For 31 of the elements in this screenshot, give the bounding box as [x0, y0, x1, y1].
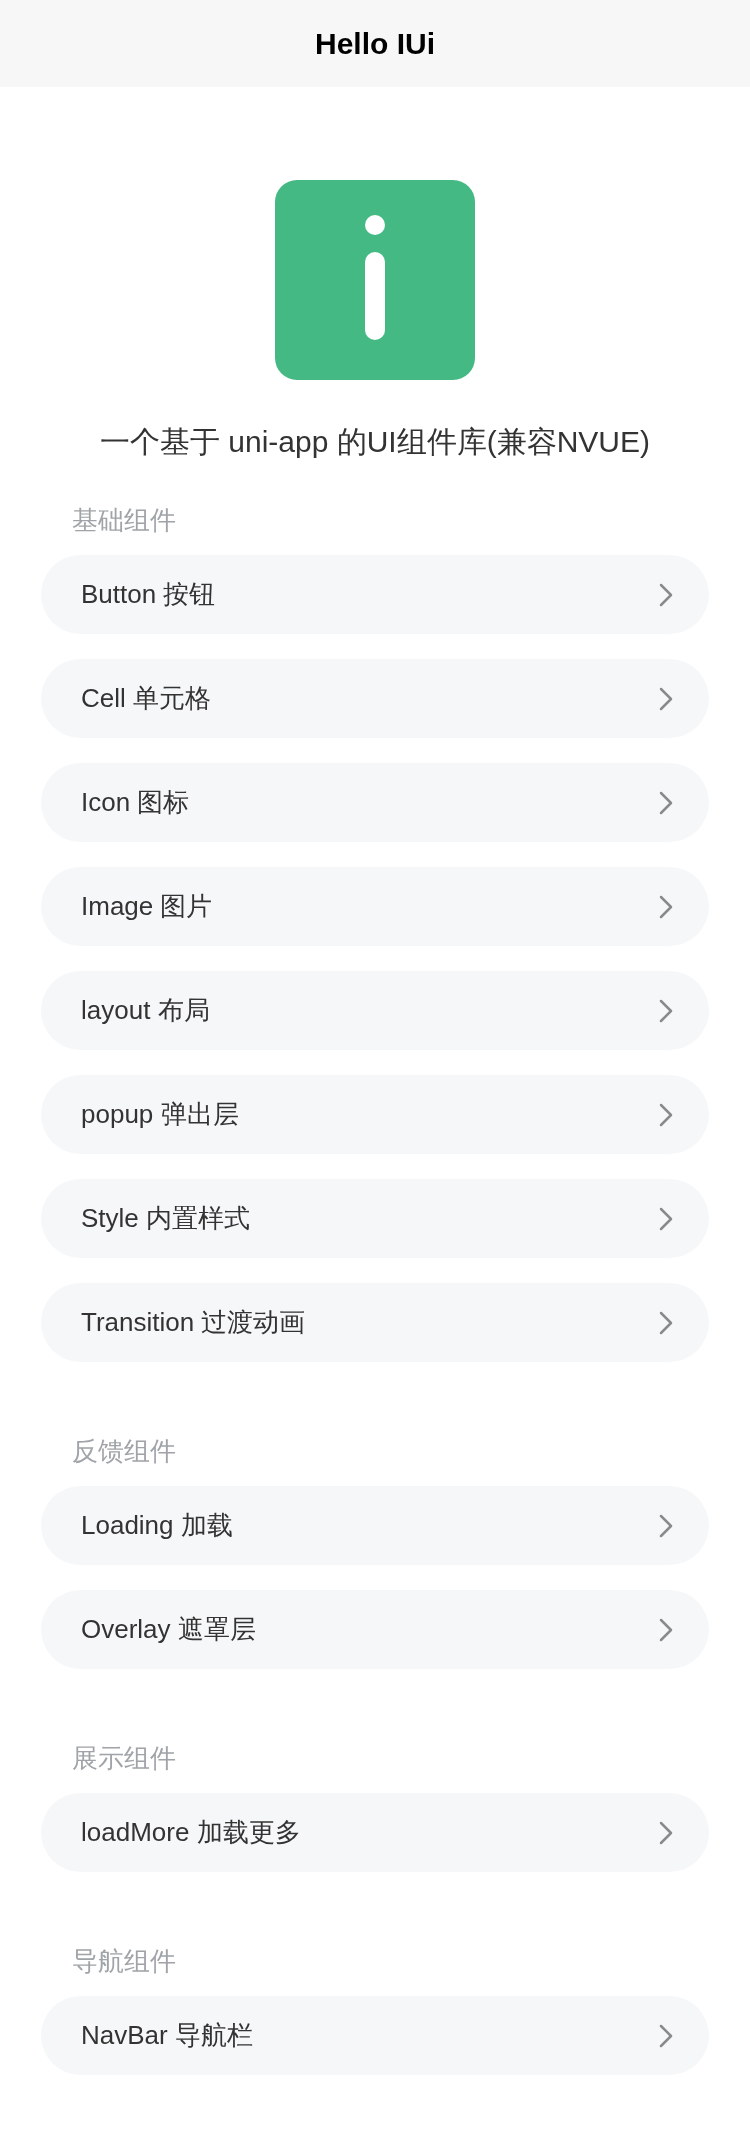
menu-item[interactable]: Loading 加载 — [41, 1486, 709, 1565]
menu-item[interactable]: NavBar 导航栏 — [41, 1996, 709, 2075]
menu-item[interactable]: layout 布局 — [41, 971, 709, 1050]
menu-item[interactable]: Icon 图标 — [41, 763, 709, 842]
menu-item[interactable]: loadMore 加载更多 — [41, 1793, 709, 1872]
chevron-right-icon — [659, 686, 673, 711]
subtitle: 一个基于 uni-app 的UI组件库(兼容NVUE) — [99, 424, 651, 460]
chevron-right-icon — [659, 1310, 673, 1335]
info-logo-icon — [275, 180, 475, 380]
chevron-right-icon — [659, 790, 673, 815]
section-title: 基础组件 — [71, 504, 176, 537]
page-title: Hello IUi — [315, 26, 435, 62]
chevron-right-icon — [659, 2023, 673, 2048]
menu-item[interactable]: Transition 过渡动画 — [41, 1283, 709, 1362]
menu-item[interactable]: Style 内置样式 — [41, 1179, 709, 1258]
section-title: 反馈组件 — [71, 1435, 176, 1468]
menu-item[interactable]: Cell 单元格 — [41, 659, 709, 738]
chevron-right-icon — [659, 998, 673, 1023]
section-title: 展示组件 — [71, 1742, 176, 1775]
section-title: 导航组件 — [71, 1945, 176, 1978]
chevron-right-icon — [659, 1617, 673, 1642]
chevron-right-icon — [659, 582, 673, 607]
menu-item[interactable]: Button 按钮 — [41, 555, 709, 634]
chevron-right-icon — [659, 1513, 673, 1538]
chevron-right-icon — [659, 894, 673, 919]
menu-item[interactable]: Image 图片 — [41, 867, 709, 946]
chevron-right-icon — [659, 1102, 673, 1127]
menu-item[interactable]: popup 弹出层 — [41, 1075, 709, 1154]
chevron-right-icon — [659, 1820, 673, 1845]
chevron-right-icon — [659, 1206, 673, 1231]
menu-item[interactable]: Overlay 遮罩层 — [41, 1590, 709, 1669]
